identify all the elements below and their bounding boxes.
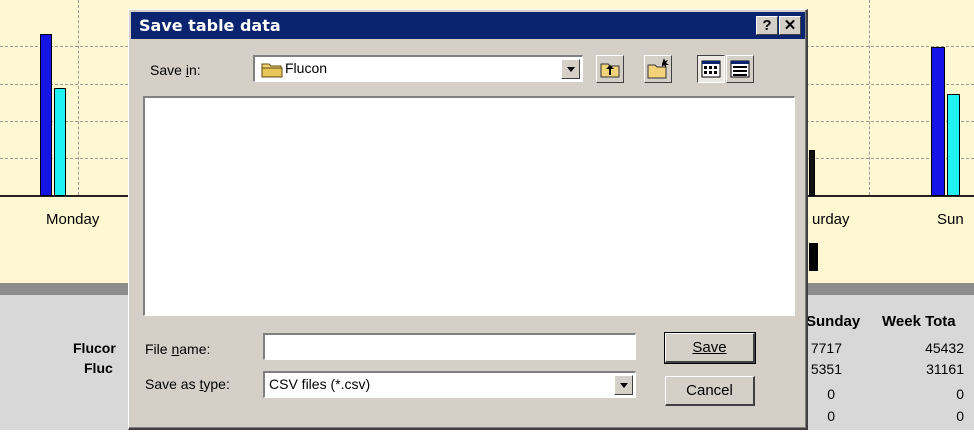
file-name-label: File name: [145,341,211,357]
bar-monday-series2 [54,88,66,196]
save-in-value: Flucon [285,60,328,76]
bottom-edge [0,430,974,437]
save-in-combobox[interactable]: Flucon [253,55,583,82]
file-list[interactable] [143,96,795,316]
save-as-type-select[interactable]: CSV files (*.csv) [263,371,636,398]
chevron-down-icon[interactable] [561,59,580,79]
list-view-icon [701,60,721,78]
save-button[interactable]: Save [664,332,756,364]
table-cell: 45432 [925,340,964,356]
bar-sunday-series2 [947,94,960,196]
bar-sunday-series1 [931,47,945,196]
day-label-monday: Monday [46,211,100,228]
grid-line [78,0,79,195]
bar-monday-series1 [40,34,52,196]
row-label: Flucor [73,340,116,356]
table-cell: 0 [956,408,964,424]
details-view-icon [730,60,750,78]
row-label: Fluc [84,360,113,376]
bar-saturday-partial [809,150,815,196]
day-label-saturday: urday [812,211,850,228]
new-folder-button[interactable] [644,55,672,83]
save-as-type-label: Save as type: [145,376,230,392]
help-button[interactable]: ? [756,16,778,35]
title-bar[interactable]: Save table data ? ✕ [131,12,805,39]
legend-swatch [809,243,818,271]
chevron-down-icon[interactable] [614,375,633,395]
cancel-button[interactable]: Cancel [665,376,755,406]
dialog-title: Save table data [139,16,281,35]
close-button[interactable]: ✕ [779,16,801,35]
day-label-sunday: Sun [937,211,964,228]
column-header-sunday: Sunday [806,313,861,330]
grid-line [869,0,870,195]
new-folder-icon [647,58,669,79]
save-button-label: Save [692,339,727,356]
column-header-week-total: Week Tota [882,313,956,330]
save-as-type-value: CSV files (*.csv) [269,376,371,392]
up-one-level-icon [600,63,620,78]
save-in-label: Save in: [150,62,201,78]
folder-icon [261,61,283,81]
up-one-level-button[interactable] [596,55,624,83]
details-view-button[interactable] [726,55,754,83]
table-cell: 31161 [926,361,964,377]
file-name-input[interactable] [263,333,636,360]
save-dialog: Save table data ? ✕ Save in: Flucon File… [128,9,808,430]
list-view-button[interactable] [697,55,725,83]
table-cell: 0 [956,386,964,402]
